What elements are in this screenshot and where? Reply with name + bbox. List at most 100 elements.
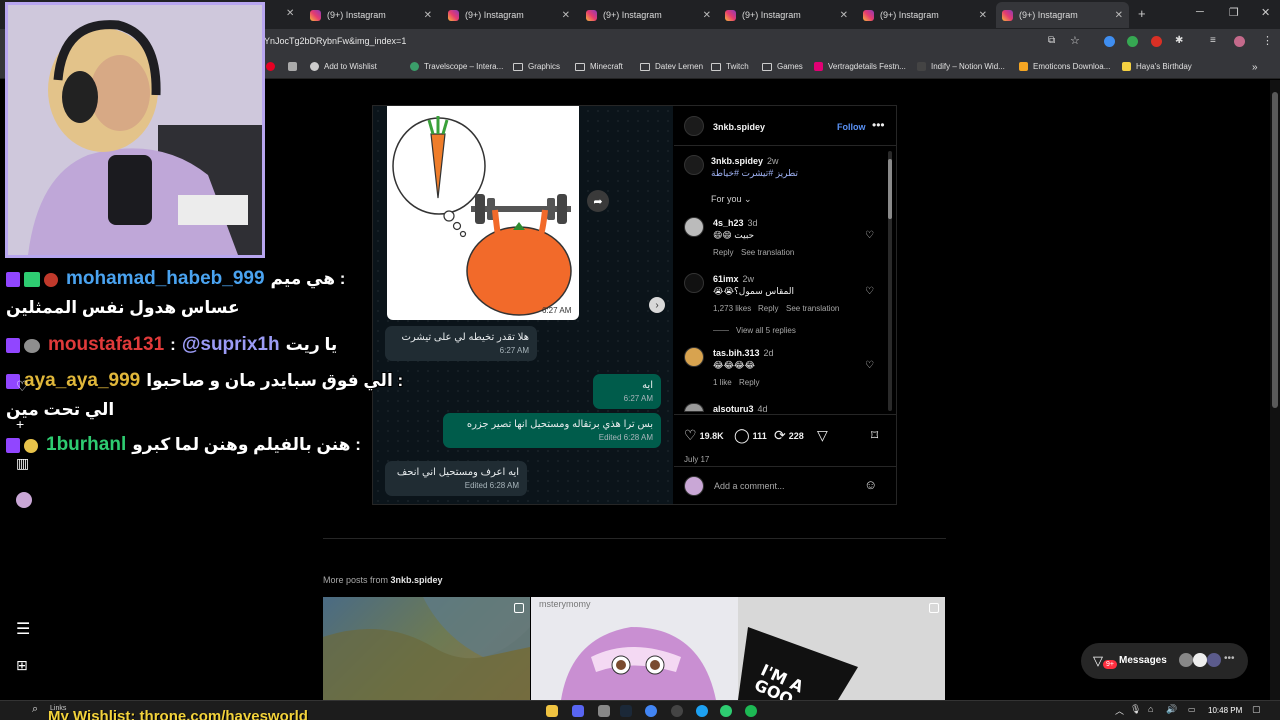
see-translation-link[interactable]: See translation (786, 304, 839, 313)
comments-scrollbar[interactable] (888, 151, 892, 411)
search-icon[interactable]: ⌕ (32, 703, 38, 716)
bookmark-vertragdetails[interactable]: Vertragdetails Festn... (814, 62, 906, 71)
also-from-meta-icon[interactable]: ⊞ (16, 657, 28, 674)
media-controls-icon[interactable]: ≡ (1210, 35, 1216, 46)
close-tab-icon[interactable]: ✕ (703, 10, 711, 21)
post-thumbnail[interactable] (323, 597, 530, 700)
close-tab-icon[interactable]: ✕ (1115, 10, 1123, 21)
extensions-puzzle-icon[interactable]: ✱ (1175, 35, 1183, 46)
profile-avatar[interactable] (16, 492, 32, 508)
comment-username[interactable]: 4s_h23 3d (713, 218, 758, 228)
bookmark-icon[interactable] (288, 62, 302, 71)
app-icon[interactable] (745, 705, 757, 717)
menu-kebab-icon[interactable]: ⋮ (1262, 34, 1273, 47)
comment-username[interactable]: tas.bih.313 2d (713, 348, 774, 358)
browser-tab[interactable]: (9+) Instagram ✕ (448, 2, 570, 28)
extension-icon[interactable] (1104, 36, 1115, 47)
close-tab-icon[interactable]: ✕ (840, 10, 848, 21)
bookmark-folder-graphics[interactable]: Graphics (513, 62, 560, 71)
more-bookmarks-icon[interactable]: » (1252, 62, 1258, 73)
file-explorer-icon[interactable] (546, 705, 558, 717)
author-avatar[interactable] (684, 116, 704, 136)
more-posts-username[interactable]: 3nkb.spidey (391, 575, 443, 585)
notifications-icon[interactable]: ▢ (1252, 704, 1261, 715)
minimize-icon[interactable]: ─ (1196, 6, 1204, 18)
like-comment-heart-icon[interactable]: ♡ (865, 286, 874, 297)
bookmark-folder-minecraft[interactable]: Minecraft (575, 62, 623, 71)
system-clock[interactable]: 10:48 PM (1208, 706, 1242, 715)
comment-sort-dropdown[interactable]: For you ⌄ (711, 194, 752, 205)
share-arrow-icon[interactable]: ➦ (587, 190, 609, 212)
browser-tab[interactable]: (9+) Instagram ✕ (586, 2, 711, 28)
browser-tab[interactable]: (9+) Instagram ✕ (310, 2, 432, 28)
app-icon[interactable] (598, 705, 610, 717)
comment-likes[interactable]: 1,273 likes (713, 304, 751, 313)
app-icon[interactable] (696, 705, 708, 717)
bookmark-hayas-birthday[interactable]: Haya's Birthday (1122, 62, 1192, 71)
save-button[interactable]: ⌑ (871, 427, 881, 444)
close-tab-icon[interactable]: ✕ (979, 10, 987, 21)
microphone-icon[interactable]: 🎙 (1130, 704, 1141, 715)
bookmark-folder-datev[interactable]: Datev Lernen (640, 62, 703, 71)
url-field[interactable]: YnJocTg2bDRybnFw&img_index=1 (264, 36, 406, 46)
view-replies-link[interactable]: View all 5 replies (736, 326, 796, 335)
pinterest-icon[interactable] (266, 62, 280, 71)
author-avatar[interactable] (684, 155, 704, 175)
close-tab-icon[interactable]: ✕ (286, 8, 294, 19)
reply-link[interactable]: Reply (713, 248, 733, 257)
emoji-icon[interactable]: ☺ (864, 477, 877, 492)
like-comment-heart-icon[interactable]: ♡ (865, 360, 874, 371)
close-window-icon[interactable]: ✕ (1261, 6, 1270, 19)
commenter-avatar[interactable] (684, 403, 704, 412)
commenter-avatar[interactable] (684, 347, 704, 367)
post-thumbnail[interactable]: I'M A GOO (738, 597, 945, 700)
post-thumbnail[interactable]: msterymomy (531, 597, 738, 700)
install-app-icon[interactable]: ⧉ (1048, 35, 1055, 46)
new-tab-icon[interactable]: + (1138, 6, 1146, 21)
chrome-icon[interactable] (645, 705, 657, 717)
commenter-avatar[interactable] (684, 217, 704, 237)
bookmark-star-icon[interactable]: ☆ (1070, 34, 1080, 47)
like-button[interactable]: ♡ 19.8K (684, 427, 724, 444)
comment-button[interactable]: ◯ 111 (734, 427, 767, 444)
reply-link[interactable]: Reply (758, 304, 778, 313)
like-comment-heart-icon[interactable]: ♡ (865, 230, 874, 241)
bookmark-folder-twitch[interactable]: Twitch (711, 62, 749, 71)
bookmark-add-to-wishlist[interactable]: Add to Wishlist (310, 62, 377, 71)
next-image-button[interactable]: › (649, 297, 665, 313)
messages-button[interactable]: ▽ 9+ Messages ••• (1081, 643, 1248, 679)
bookmark-indify[interactable]: Indify – Notion Wid... (917, 62, 1005, 71)
volume-icon[interactable]: 🔊 (1166, 704, 1177, 715)
create-plus-icon[interactable]: + (16, 416, 24, 432)
restore-icon[interactable]: ❐ (1229, 6, 1239, 19)
browser-tab[interactable]: (9+) Instagram ✕ (863, 2, 987, 28)
bookmark-travelscope[interactable]: Travelscope – Intera... (410, 62, 503, 71)
bookmark-emoticons[interactable]: Emoticons Downloa... (1019, 62, 1110, 71)
browser-tab[interactable]: (9+) Instagram ✕ (725, 2, 848, 28)
browser-tab-active[interactable]: (9+) Instagram ✕ (996, 2, 1129, 28)
dashboard-icon[interactable]: ▥ (16, 455, 29, 472)
see-translation-link[interactable]: See translation (741, 248, 794, 257)
comment-username[interactable]: 61imx 2w (713, 274, 754, 284)
bookmark-folder-games[interactable]: Games (762, 62, 803, 71)
battery-icon[interactable]: ▭ (1188, 705, 1196, 714)
caption-username[interactable]: 3nkb.spidey 2w (711, 156, 779, 166)
notifications-heart-icon[interactable]: ♡ (16, 378, 29, 395)
close-tab-icon[interactable]: ✕ (424, 10, 432, 21)
extension-icon[interactable] (1151, 36, 1162, 47)
app-icon[interactable] (720, 705, 732, 717)
more-menu-icon[interactable]: ☰ (16, 619, 30, 639)
commenter-avatar[interactable] (684, 273, 704, 293)
extension-icon[interactable] (1127, 36, 1138, 47)
comment-likes[interactable]: 1 like (713, 378, 732, 387)
obs-icon[interactable] (671, 705, 683, 717)
close-tab-icon[interactable]: ✕ (562, 10, 570, 21)
more-options-icon[interactable]: ••• (872, 118, 885, 132)
reply-link[interactable]: Reply (739, 378, 759, 387)
page-scrollbar[interactable] (1270, 80, 1280, 700)
discord-icon[interactable] (572, 705, 584, 717)
network-icon[interactable]: ⌂ (1148, 704, 1153, 714)
comment-username[interactable]: alsoturu3 4d (713, 404, 768, 414)
share-button[interactable]: ▽ (817, 427, 831, 444)
repost-button[interactable]: ⟳ 228 (774, 427, 804, 444)
